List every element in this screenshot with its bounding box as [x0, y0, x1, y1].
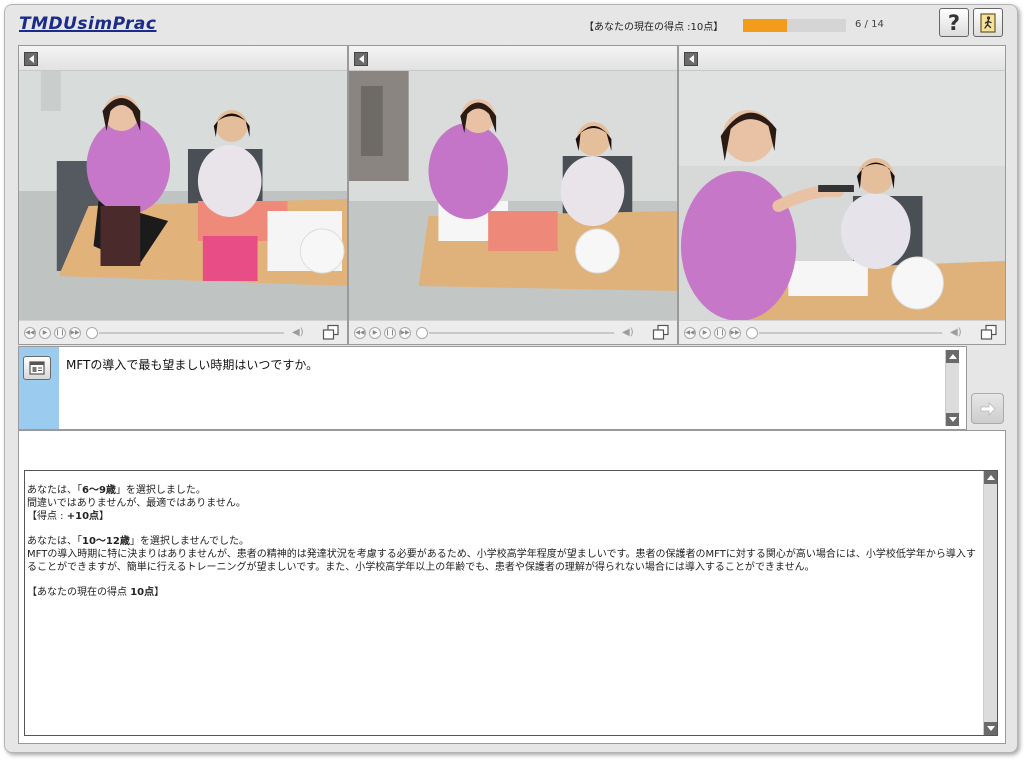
pause-icon[interactable]: ❙❙ — [714, 327, 726, 339]
feedback-highlight: 6〜9歳 — [82, 485, 116, 496]
feedback-segment: MFTの導入時期に特に決まりはありませんが、患者の精神的は発達状況を考慮する必要… — [27, 548, 976, 573]
app-logo: TMDUsimPrac — [19, 14, 156, 34]
speaker-icon[interactable]: ◀) — [950, 327, 962, 338]
feedback-line: MFTの導入時期に特に決まりはありませんが、患者の精神的は発達状況を考慮する必要… — [27, 549, 982, 575]
exit-door-icon — [980, 12, 996, 33]
video-panel-2: ◀◀ ▶ ❙❙ ▶▶ ◀) — [348, 45, 678, 345]
fullscreen-icon[interactable] — [322, 324, 340, 341]
speaker-icon[interactable]: ◀) — [622, 327, 634, 338]
fullscreen-icon[interactable] — [652, 324, 670, 341]
seek-slider-track[interactable] — [429, 332, 614, 334]
feedback-area: あなたは、「6〜9歳」を選択しました。 間違いではありませんが、最適ではありません… — [18, 430, 1006, 744]
feedback-segment: 間違いではありませんが、最適ではありません。 — [27, 497, 246, 509]
feedback-segment: 】 — [99, 510, 110, 522]
help-button[interactable]: ? — [939, 8, 969, 37]
pause-icon[interactable]: ❙❙ — [54, 327, 66, 339]
app-logo-text: TMDUsimPrac — [19, 14, 157, 34]
video-frame-1[interactable] — [19, 71, 347, 321]
video-frame-2[interactable] — [349, 71, 677, 321]
seek-slider-handle[interactable] — [86, 327, 98, 339]
feedback-line: あなたは、「6〜9歳」を選択しました。 — [27, 485, 982, 498]
feedback-text: あなたは、「6〜9歳」を選択しました。 間違いではありませんが、最適ではありません… — [27, 485, 982, 600]
header: TMDUsimPrac 【あなたの現在の得点 :10点】 6 / 14 ? — [5, 5, 1017, 45]
app-window: TMDUsimPrac 【あなたの現在の得点 :10点】 6 / 14 ? ◀◀… — [4, 4, 1018, 753]
chevron-left-icon[interactable] — [354, 52, 368, 66]
video-panel-toolbar — [19, 46, 347, 71]
video-controls-2: ◀◀ ▶ ❙❙ ▶▶ ◀) — [349, 320, 677, 344]
scroll-up-icon[interactable] — [984, 471, 997, 484]
video-panel-1: ◀◀ ▶ ❙❙ ▶▶ ◀) — [18, 45, 348, 345]
fast-forward-icon[interactable]: ▶▶ — [399, 327, 411, 339]
feedback-line: あなたは、「10〜12歳」を選択しませんでした。 — [27, 536, 982, 549]
feedback-scrollbar[interactable] — [983, 471, 997, 735]
rewind-icon[interactable]: ◀◀ — [684, 327, 696, 339]
question-icon: ? — [947, 10, 961, 35]
feedback-highlight: 10点 — [130, 587, 155, 599]
seek-slider-handle[interactable] — [416, 327, 428, 339]
scroll-up-icon[interactable] — [946, 350, 959, 363]
question-info-button[interactable] — [23, 356, 51, 380]
rewind-icon[interactable]: ◀◀ — [24, 327, 36, 339]
pause-icon[interactable]: ❙❙ — [384, 327, 396, 339]
feedback-line: 【得点 : +10点】 — [27, 511, 982, 524]
video-controls-1: ◀◀ ▶ ❙❙ ▶▶ ◀) — [19, 320, 347, 344]
scroll-down-icon[interactable] — [946, 413, 959, 426]
play-icon[interactable]: ▶ — [699, 327, 711, 339]
feedback-segment: 【得点 : — [27, 510, 67, 522]
feedback-box: あなたは、「6〜9歳」を選択しました。 間違いではありませんが、最適ではありません… — [24, 470, 998, 736]
rewind-icon[interactable]: ◀◀ — [354, 327, 366, 339]
feedback-spacer — [27, 523, 982, 536]
speaker-icon[interactable]: ◀) — [292, 327, 304, 338]
video-panel-3: ◀◀ ▶ ❙❙ ▶▶ ◀) — [678, 45, 1006, 345]
progress-bar — [743, 19, 846, 32]
score-label: 【あなたの現在の得点 :10点】 — [584, 22, 724, 33]
question-scrollbar[interactable] — [945, 350, 959, 426]
scroll-down-icon[interactable] — [984, 722, 997, 735]
chevron-left-icon[interactable] — [24, 52, 38, 66]
feedback-line: 【あなたの現在の得点 10点】 — [27, 587, 982, 600]
feedback-segment: 」を選択しました。 — [115, 485, 206, 496]
seek-slider-track[interactable] — [99, 332, 284, 334]
question-panel: MFTの導入で最も望ましい時期はいつですか。 — [18, 346, 967, 430]
fast-forward-icon[interactable]: ▶▶ — [69, 327, 81, 339]
arrow-right-icon — [980, 401, 996, 416]
feedback-highlight: +10点 — [66, 510, 100, 522]
seek-slider-track[interactable] — [759, 332, 942, 334]
document-icon — [29, 361, 45, 375]
play-icon[interactable]: ▶ — [39, 327, 51, 339]
feedback-spacer — [27, 575, 982, 588]
progress-text: 6 / 14 — [855, 19, 884, 30]
seek-slider-handle[interactable] — [746, 327, 758, 339]
video-panel-toolbar — [349, 46, 677, 71]
question-text: MFTの導入で最も望ましい時期はいつですか。 — [66, 358, 319, 372]
feedback-line: 間違いではありませんが、最適ではありません。 — [27, 498, 982, 511]
next-button[interactable] — [971, 393, 1004, 424]
play-icon[interactable]: ▶ — [369, 327, 381, 339]
feedback-segment: 」を選択しませんでした。 — [129, 536, 250, 548]
video-controls-3: ◀◀ ▶ ❙❙ ▶▶ ◀) — [679, 320, 1005, 344]
progress-bar-fill — [743, 19, 788, 32]
chevron-left-icon[interactable] — [684, 52, 698, 66]
fast-forward-icon[interactable]: ▶▶ — [729, 327, 741, 339]
fullscreen-icon[interactable] — [980, 324, 998, 341]
feedback-segment: 】 — [154, 587, 165, 599]
feedback-highlight: 10〜12歳 — [82, 536, 130, 548]
video-panel-toolbar — [679, 46, 1005, 71]
feedback-segment: あなたは、「 — [27, 485, 82, 496]
question-strip — [19, 347, 59, 429]
feedback-segment: 【あなたの現在の得点 — [27, 587, 131, 599]
feedback-segment: あなたは、「 — [27, 536, 82, 548]
video-frame-3[interactable] — [679, 71, 1005, 321]
exit-button[interactable] — [973, 8, 1003, 37]
